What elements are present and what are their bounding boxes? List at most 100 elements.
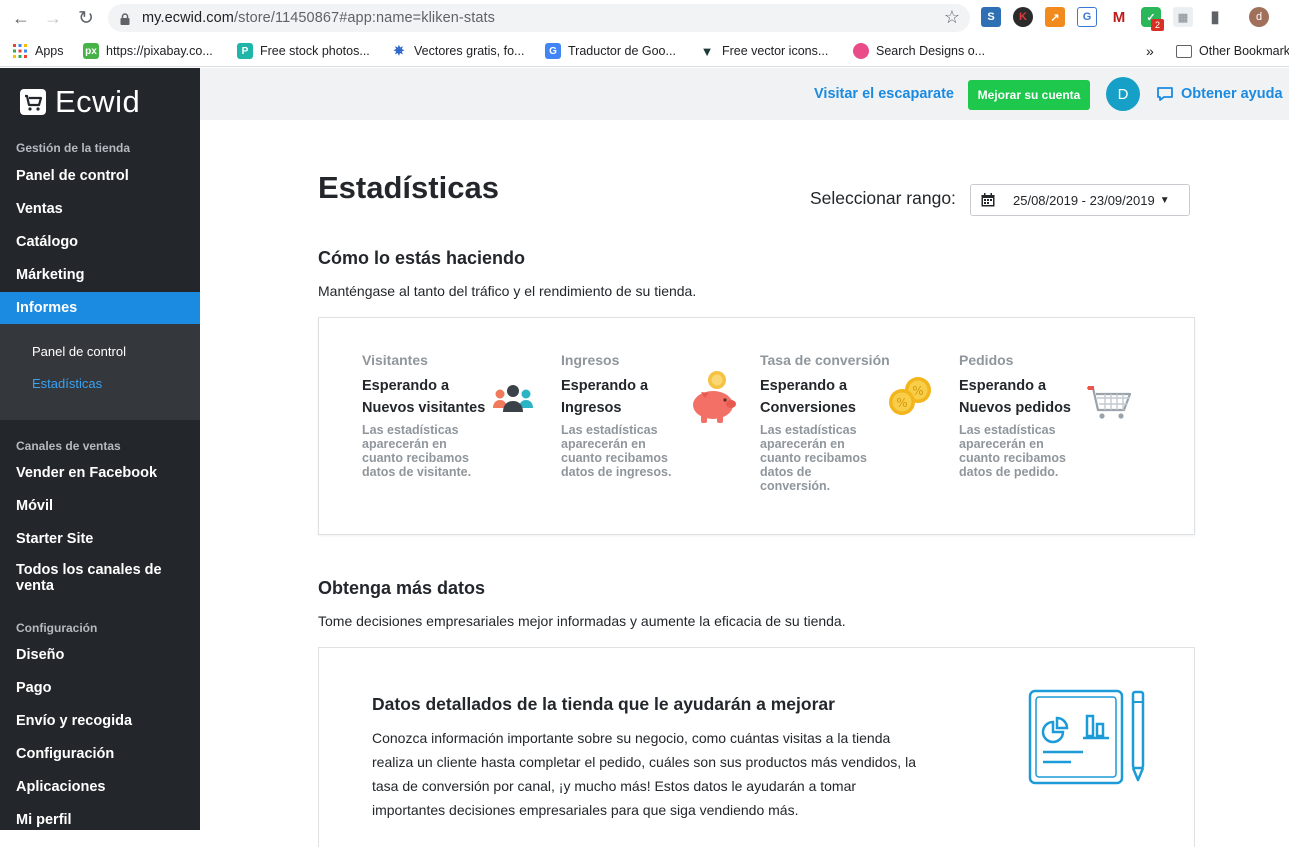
bookmark-label: Other Bookmarks [1199,44,1289,58]
percent-coins-icon: % % [886,370,938,422]
shopping-cart-icon [1085,376,1137,428]
caret-down-icon: ▼ [1159,194,1170,206]
extension-k-icon[interactable]: K [1013,7,1033,27]
get-help-link[interactable]: Obtener ayuda [1156,86,1283,102]
browser-toolbar: ← → ↻ my.ecwid.com/store/11450867#app:na… [0,0,1289,36]
sidebar-item-starter-site[interactable]: Starter Site [0,523,200,555]
visit-store-link[interactable]: Visitar el escaparate [814,86,954,102]
bookmark-vector-icons[interactable]: ▼ Free vector icons... [699,41,828,61]
sidebar-item-profile[interactable]: Mi perfil [0,804,200,836]
extension-translate-icon[interactable]: G [1077,7,1097,27]
page-title: Estadísticas [318,170,499,205]
stat-description: Las estadísticas aparecerán en cuanto re… [760,423,867,493]
stat-waiting: Esperando a Nuevos visitantes [362,378,486,416]
folder-icon [1176,44,1192,58]
url-text: my.ecwid.com/store/11450867#app:name=kli… [142,10,495,26]
sidebar-item-catalog[interactable]: Catálogo [0,226,200,258]
sidebar: Ecwid Gestión de la tienda Panel de cont… [0,68,200,830]
bookmark-label: Free vector icons... [722,44,829,58]
stat-title: Ingresos [561,352,620,368]
bookmark-label: Apps [35,44,64,58]
stat-visitors: Visitantes Esperando a Nuevos visitantes… [362,352,542,479]
promo-title: Datos detallados de la tienda que le ayu… [372,694,835,714]
sidebar-item-design[interactable]: Diseño [0,639,200,671]
sidebar-item-shipping[interactable]: Envío y recogida [0,705,200,737]
section-title-config: Configuración [16,621,98,635]
extension-paint-icon[interactable]: ▮ [1205,7,1225,27]
apps-grid-icon [12,43,28,59]
stat-description: Las estadísticas aparecerán en cuanto re… [959,423,1066,479]
extension-grid-icon[interactable]: ▦ [1173,7,1193,27]
svg-text:%: % [912,384,923,398]
section-title-store: Gestión de la tienda [16,141,131,155]
sidebar-item-settings[interactable]: Configuración [0,738,200,770]
extension-mcafee-icon[interactable]: M [1109,7,1129,27]
user-avatar[interactable]: D [1106,77,1140,111]
stat-waiting: Esperando a Conversiones [760,378,856,416]
stat-title: Tasa de conversión [760,352,890,368]
dribbble-icon [853,43,869,59]
translate-icon: G [545,43,561,59]
stock-photos-icon: P [237,43,253,59]
cart-logo-icon [19,88,47,116]
stat-title: Pedidos [959,352,1014,368]
promo-body: Conozca información importante sobre su … [372,730,916,818]
extension-s-icon[interactable]: S [981,7,1001,27]
date-range-picker[interactable]: 25/08/2019 - 23/09/2019 ▼ [970,184,1190,216]
piggy-bank-icon [687,370,739,423]
bookmark-star-icon[interactable]: ☆ [944,7,960,28]
performance-heading: Cómo lo estás haciendo [318,248,526,268]
sidebar-item-facebook[interactable]: Vender en Facebook [0,457,200,489]
bookmark-other[interactable]: Other Bookmarks [1176,41,1289,61]
stat-description: Las estadísticas aparecerán en cuanto re… [561,423,672,479]
reload-icon[interactable]: ↻ [75,7,97,29]
bookmark-vectores[interactable]: ✵ Vectores gratis, fo... [391,41,524,61]
section-title-channels: Canales de ventas [16,439,121,453]
bookmarks-overflow[interactable]: » [1146,41,1154,61]
sidebar-item-apps[interactable]: Aplicaciones [0,771,200,803]
lock-icon [120,12,130,25]
sidebar-item-mobile[interactable]: Móvil [0,490,200,522]
main-content: Estadísticas Seleccionar rango: 25/08/20… [200,120,1289,847]
more-data-description: Tome decisiones empresariales mejor info… [318,613,846,629]
sidebar-item-dashboard[interactable]: Panel de control [0,160,200,192]
extension-chart-icon[interactable]: ↗ [1045,7,1065,27]
bookmark-label: Search Designs o... [876,44,986,58]
bookmark-dribbble[interactable]: Search Designs o... [853,41,985,61]
pixabay-icon: px [83,43,99,59]
sidebar-item-sales[interactable]: Ventas [0,193,200,225]
extension-badge: 2 [1151,19,1164,31]
subnav-item-statistics[interactable]: Estadísticas [32,376,102,391]
stat-waiting: Esperando a Nuevos pedidos [959,378,1071,416]
visitors-people-icon [488,376,540,428]
bookmarks-bar: Apps px https://pixabay.co... P Free stock… [0,36,1289,67]
bookmark-label: Traductor de Goo... [568,44,676,58]
sidebar-item-payment[interactable]: Pago [0,672,200,704]
bookmark-pixabay[interactable]: px https://pixabay.co... [83,41,213,61]
svg-text:%: % [896,396,907,410]
stat-revenue: Ingresos Esperando a Ingresos Las estadí… [561,352,741,479]
ecwid-logo[interactable]: Ecwid [19,84,140,120]
bookmark-stock-photos[interactable]: P Free stock photos... [237,41,370,61]
range-label: Seleccionar rango: [810,188,956,208]
stat-waiting: Esperando a Ingresos [561,378,649,416]
bookmark-traductor[interactable]: G Traductor de Goo... [545,41,676,61]
top-bar: Visitar el escaparate Mejorar su cuenta … [200,68,1289,120]
bookmark-apps[interactable]: Apps [12,41,64,61]
stat-orders: Pedidos Esperando a Nuevos pedidos Las e… [959,352,1139,479]
forward-arrow-icon[interactable]: → [42,7,64,29]
chat-bubble-icon [1156,86,1174,102]
profile-avatar[interactable]: d [1249,7,1269,27]
sidebar-item-marketing[interactable]: Márketing [0,259,200,291]
subnav-item-dashboard[interactable]: Panel de control [32,344,126,359]
upgrade-account-button[interactable]: Mejorar su cuenta [968,80,1090,110]
logo-text: Ecwid [55,84,141,119]
address-bar[interactable]: my.ecwid.com/store/11450867#app:name=kli… [108,4,970,32]
bookmark-label: https://pixabay.co... [106,44,213,58]
reports-subnav: Panel de control Estadísticas [0,324,200,420]
back-arrow-icon[interactable]: ← [10,7,32,29]
sidebar-item-reports[interactable]: Informes [0,292,200,324]
sidebar-item-all-channels[interactable]: Todos los canales de venta [0,560,200,612]
stat-conversion: Tasa de conversión Esperando a Conversio… [760,352,940,493]
stat-title: Visitantes [362,352,428,368]
